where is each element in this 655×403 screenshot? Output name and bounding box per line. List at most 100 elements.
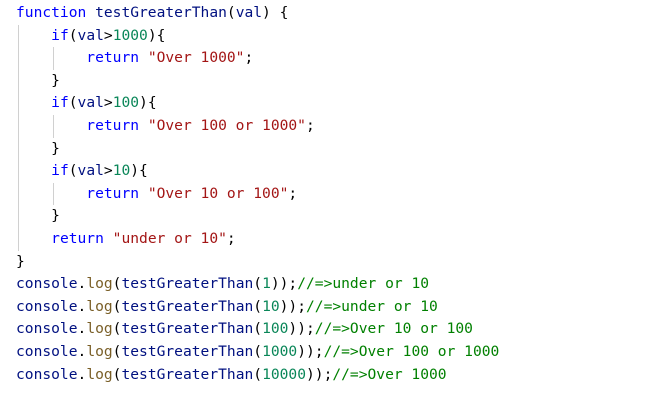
code-token: log bbox=[86, 275, 113, 293]
code-line: console.log(testGreaterThan(1));//=>unde… bbox=[16, 273, 499, 296]
code-token: > bbox=[103, 94, 113, 112]
code-token: ){ bbox=[130, 162, 148, 180]
code-token: )); bbox=[306, 365, 333, 383]
code-line: return "Over 100 or 1000"; bbox=[16, 115, 499, 138]
code-editor[interactable]: function testGreaterThan(val) { if(val>1… bbox=[0, 0, 655, 403]
code-token: return bbox=[86, 116, 140, 134]
code-line: console.log(testGreaterThan(10000));//=>… bbox=[16, 364, 499, 387]
code-line: console.log(testGreaterThan(100));//=>Ov… bbox=[16, 318, 499, 341]
code-token: )); bbox=[270, 275, 298, 293]
code-line: console.log(testGreaterThan(10));//=>und… bbox=[16, 296, 499, 319]
code-token: testGreaterThan bbox=[95, 4, 227, 21]
code-token: ){ bbox=[139, 94, 157, 112]
code-line: return "under or 10"; bbox=[16, 228, 499, 251]
code-token: ; bbox=[288, 184, 298, 202]
code-token: } bbox=[16, 139, 60, 157]
code-line: if(val>1000){ bbox=[16, 25, 499, 48]
code-token: console bbox=[16, 297, 78, 315]
code-token: testGreaterThan bbox=[121, 342, 254, 360]
code-token: . bbox=[77, 342, 87, 360]
code-line: } bbox=[16, 205, 499, 228]
code-token: "under or 10" bbox=[112, 229, 227, 247]
code-token: ; bbox=[226, 229, 236, 247]
code-token: ( bbox=[68, 26, 78, 44]
code-token: testGreaterThan bbox=[121, 320, 254, 338]
code-token: testGreaterThan bbox=[121, 275, 254, 293]
code-line: } bbox=[16, 138, 499, 161]
code-token: testGreaterThan bbox=[121, 365, 254, 383]
code-token: 10 bbox=[262, 297, 280, 315]
code-token: } bbox=[16, 252, 25, 270]
code-line: console.log(testGreaterThan(1000));//=>O… bbox=[16, 341, 499, 364]
code-token: ){ bbox=[147, 26, 166, 44]
code-line: function testGreaterThan(val) { bbox=[16, 2, 499, 25]
indent-guide bbox=[53, 115, 55, 138]
code-token: . bbox=[77, 275, 87, 293]
code-token: )); bbox=[279, 297, 306, 315]
code-token: ( bbox=[226, 4, 236, 21]
code-token: ( bbox=[253, 297, 263, 315]
code-line: } bbox=[16, 70, 499, 93]
code-line: if(val>10){ bbox=[16, 160, 499, 183]
code-token: log bbox=[86, 320, 113, 338]
code-token: log bbox=[86, 297, 113, 315]
code-token: 10000 bbox=[262, 365, 306, 383]
code-token: 100 bbox=[112, 94, 140, 112]
code-token: console bbox=[16, 342, 78, 360]
code-token: val bbox=[77, 162, 104, 180]
indent-guide bbox=[18, 24, 19, 251]
code-token: console bbox=[16, 365, 78, 383]
code-token: if bbox=[51, 162, 69, 180]
code-token: . bbox=[77, 320, 87, 338]
code-token: )); bbox=[288, 320, 315, 338]
code-token: log bbox=[86, 365, 113, 383]
code-token: } bbox=[16, 71, 60, 89]
code-block[interactable]: function testGreaterThan(val) { if(val>1… bbox=[16, 2, 499, 386]
code-token: //=>Over 100 or 1000 bbox=[323, 342, 500, 360]
code-token: if bbox=[51, 94, 69, 112]
code-token: console bbox=[16, 320, 78, 338]
code-token: console bbox=[16, 275, 78, 293]
code-token: 1 bbox=[262, 275, 271, 293]
code-token: return bbox=[51, 229, 104, 247]
code-token: log bbox=[86, 342, 113, 360]
code-token: . bbox=[77, 365, 87, 383]
code-token: testGreaterThan bbox=[121, 297, 254, 315]
code-token: function bbox=[16, 4, 87, 21]
code-line: return "Over 10 or 100"; bbox=[16, 183, 499, 206]
code-token: val bbox=[235, 4, 263, 21]
code-token: val bbox=[77, 26, 104, 44]
code-token: "Over 10 or 100" bbox=[147, 184, 289, 202]
code-token: 10 bbox=[112, 162, 131, 180]
code-token: ( bbox=[253, 320, 263, 338]
code-token: 1000 bbox=[112, 26, 148, 44]
code-token: > bbox=[103, 26, 113, 44]
code-token: ( bbox=[253, 275, 263, 293]
code-token: ( bbox=[253, 365, 263, 383]
code-token: if bbox=[51, 26, 69, 44]
code-token: } bbox=[16, 207, 60, 225]
code-token: ( bbox=[68, 94, 78, 112]
code-token: "Over 100 or 1000" bbox=[147, 116, 306, 134]
code-line: return "Over 1000"; bbox=[16, 47, 499, 70]
code-token: 1000 bbox=[262, 342, 298, 360]
code-line: } bbox=[16, 251, 499, 274]
code-token: //=>under or 10 bbox=[297, 275, 430, 293]
code-token: )); bbox=[297, 342, 324, 360]
indent-guide bbox=[53, 47, 55, 70]
code-token: //=>Over 10 or 100 bbox=[314, 320, 473, 338]
code-token: //=>Over 1000 bbox=[332, 365, 447, 383]
code-token: val bbox=[77, 94, 104, 112]
code-token: return bbox=[86, 49, 140, 67]
